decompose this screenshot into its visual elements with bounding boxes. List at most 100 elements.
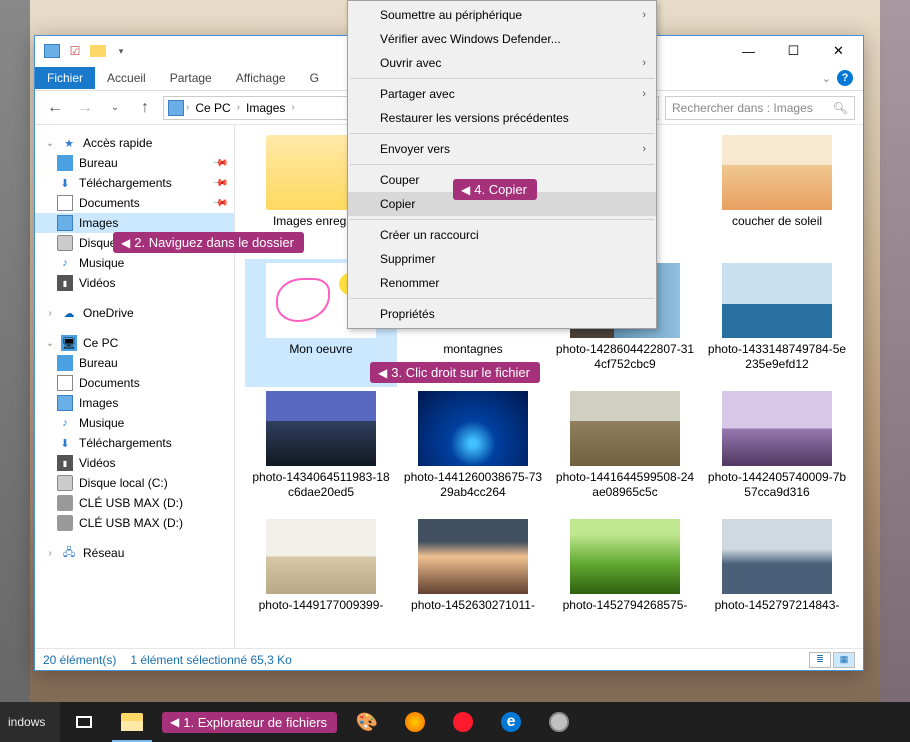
music-icon: ♪ bbox=[57, 255, 73, 271]
file-label: montagnes bbox=[443, 342, 502, 357]
view-thumbnails-icon[interactable]: ▦ bbox=[833, 652, 855, 668]
tab-home[interactable]: Accueil bbox=[95, 67, 158, 89]
taskbar-app-edge[interactable]: e bbox=[487, 702, 535, 742]
cm-sendto[interactable]: Envoyer vers› bbox=[348, 137, 656, 161]
sidebar-this-pc[interactable]: ⌄🖥Ce PC bbox=[35, 333, 234, 353]
sidebar-pc-images[interactable]: Images bbox=[35, 393, 234, 413]
tab-share[interactable]: Partage bbox=[158, 67, 224, 89]
forward-button[interactable]: → bbox=[73, 96, 97, 120]
file-item[interactable]: photo-1434064511983-18c6dae20ed5 bbox=[245, 387, 397, 515]
up-button[interactable]: ↑ bbox=[133, 96, 157, 120]
desktop-icon bbox=[57, 355, 73, 371]
cm-rename[interactable]: Renommer bbox=[348, 271, 656, 295]
cm-delete[interactable]: Supprimer bbox=[348, 247, 656, 271]
image-thumbnail bbox=[266, 391, 376, 466]
taskbar-app-paint[interactable]: 🎨 bbox=[343, 702, 391, 742]
music-icon: ♪ bbox=[57, 415, 73, 431]
opera-icon bbox=[453, 712, 473, 732]
file-item[interactable]: photo-1452630271011- bbox=[397, 515, 549, 643]
file-item[interactable]: photo-1433148749784-5e235e9efd12 bbox=[701, 259, 853, 387]
task-view-button[interactable] bbox=[60, 702, 108, 742]
pin-icon: 📌 bbox=[211, 175, 228, 192]
file-item[interactable]: photo-1441260038675-7329ab4cc264 bbox=[397, 387, 549, 515]
taskbar-app-firefox[interactable] bbox=[391, 702, 439, 742]
taskbar-app-opera[interactable] bbox=[439, 702, 487, 742]
qat-dropdown-icon[interactable]: ▾ bbox=[110, 40, 132, 62]
chevron-right-icon[interactable]: › bbox=[291, 102, 294, 113]
explorer-icon bbox=[121, 713, 143, 731]
cm-shortcut[interactable]: Créer un raccourci bbox=[348, 223, 656, 247]
cm-openwith[interactable]: Ouvrir avec› bbox=[348, 51, 656, 75]
taskbar-app-safari[interactable] bbox=[535, 702, 583, 742]
pc-icon: 🖥 bbox=[61, 335, 77, 351]
cm-cast[interactable]: Soumettre au périphérique› bbox=[348, 3, 656, 27]
file-label: photo-1452630271011- bbox=[411, 598, 535, 613]
sidebar-item-images[interactable]: Images bbox=[35, 213, 234, 233]
sidebar-pc-desktop[interactable]: Bureau bbox=[35, 353, 234, 373]
chevron-right-icon: › bbox=[642, 57, 646, 69]
sidebar-pc-usb1[interactable]: CLÉ USB MAX (D:) bbox=[35, 493, 234, 513]
sidebar-onedrive[interactable]: ›☁OneDrive bbox=[35, 303, 234, 323]
firefox-icon bbox=[405, 712, 425, 732]
menu-separator bbox=[350, 78, 654, 79]
search-input[interactable]: Rechercher dans : Images 🔍︎ bbox=[665, 96, 855, 120]
file-item[interactable]: photo-1442405740009-7b57cca9d316 bbox=[701, 387, 853, 515]
sidebar-item-desktop[interactable]: Bureau📌 bbox=[35, 153, 234, 173]
new-folder-icon[interactable] bbox=[87, 40, 109, 62]
cm-restore[interactable]: Restaurer les versions précédentes bbox=[348, 106, 656, 130]
cm-defender[interactable]: Vérifier avec Windows Defender... bbox=[348, 27, 656, 51]
sidebar-pc-documents[interactable]: Documents bbox=[35, 373, 234, 393]
back-button[interactable]: ← bbox=[43, 96, 67, 120]
maximize-button[interactable]: ☐ bbox=[771, 37, 816, 66]
recent-dropdown-icon[interactable]: ⌄ bbox=[103, 96, 127, 120]
properties-icon[interactable]: ☑ bbox=[64, 40, 86, 62]
tab-view[interactable]: Affichage bbox=[224, 67, 298, 89]
taskbar-explorer[interactable] bbox=[108, 702, 156, 742]
folder-icon bbox=[41, 40, 63, 62]
sidebar-item-documents[interactable]: Documents📌 bbox=[35, 193, 234, 213]
status-bar: 20 élément(s) 1 élément sélectionné 65,3… bbox=[35, 648, 863, 670]
sidebar-pc-music[interactable]: ♪Musique bbox=[35, 413, 234, 433]
sidebar-quick-access[interactable]: ⌄★Accès rapide bbox=[35, 133, 234, 153]
image-thumbnail bbox=[722, 263, 832, 338]
file-item[interactable]: photo-1449177009399- bbox=[245, 515, 397, 643]
file-item[interactable]: coucher de soleil bbox=[701, 131, 853, 259]
file-item[interactable]: photo-1452797214843- bbox=[701, 515, 853, 643]
context-menu: Soumettre au périphérique› Vérifier avec… bbox=[347, 0, 657, 329]
file-label: photo-1442405740009-7b57cca9d316 bbox=[707, 470, 847, 500]
taskbar: indows ◀1. Explorateur de fichiers 🎨 e bbox=[0, 702, 910, 742]
star-icon: ★ bbox=[61, 135, 77, 151]
minimize-button[interactable]: — bbox=[726, 37, 771, 66]
sidebar-item-downloads[interactable]: ⬇Téléchargements📌 bbox=[35, 173, 234, 193]
breadcrumb-pc[interactable]: Ce PC bbox=[191, 101, 234, 115]
sidebar-pc-localdisk[interactable]: Disque local (C:) bbox=[35, 473, 234, 493]
cm-properties[interactable]: Propriétés bbox=[348, 302, 656, 326]
file-label: photo-1441644599508-24ae08965c5c bbox=[555, 470, 695, 500]
usb-icon bbox=[57, 515, 73, 531]
tab-manage[interactable]: G bbox=[298, 67, 331, 89]
sidebar-network[interactable]: ›🖧Réseau bbox=[35, 543, 234, 563]
file-item[interactable]: photo-1441644599508-24ae08965c5c bbox=[549, 387, 701, 515]
sidebar-item-music[interactable]: ♪Musique bbox=[35, 253, 234, 273]
ribbon-expand-icon[interactable]: ⌄ bbox=[822, 72, 831, 85]
chevron-right-icon[interactable]: › bbox=[186, 102, 189, 113]
close-button[interactable]: ✕ bbox=[816, 37, 861, 66]
cm-sharewith[interactable]: Partager avec› bbox=[348, 82, 656, 106]
chevron-right-icon[interactable]: › bbox=[237, 102, 240, 113]
view-details-icon[interactable]: ≣ bbox=[809, 652, 831, 668]
sidebar-item-videos[interactable]: ▮Vidéos bbox=[35, 273, 234, 293]
sidebar-pc-downloads[interactable]: ⬇Téléchargements bbox=[35, 433, 234, 453]
pin-icon: 📌 bbox=[211, 155, 228, 172]
breadcrumb-images[interactable]: Images bbox=[242, 101, 289, 115]
search-placeholder: Rechercher dans : Images bbox=[672, 101, 813, 115]
sidebar-pc-videos[interactable]: ▮Vidéos bbox=[35, 453, 234, 473]
usb-icon bbox=[57, 495, 73, 511]
tab-file[interactable]: Fichier bbox=[35, 67, 95, 89]
taskbar-search[interactable]: indows bbox=[0, 702, 60, 742]
callout-1: ◀1. Explorateur de fichiers bbox=[162, 712, 337, 733]
help-icon[interactable]: ? bbox=[837, 70, 853, 86]
file-item[interactable]: photo-1452794268575- bbox=[549, 515, 701, 643]
menu-separator bbox=[350, 219, 654, 220]
download-icon: ⬇ bbox=[57, 435, 73, 451]
sidebar-pc-usb2[interactable]: CLÉ USB MAX (D:) bbox=[35, 513, 234, 533]
